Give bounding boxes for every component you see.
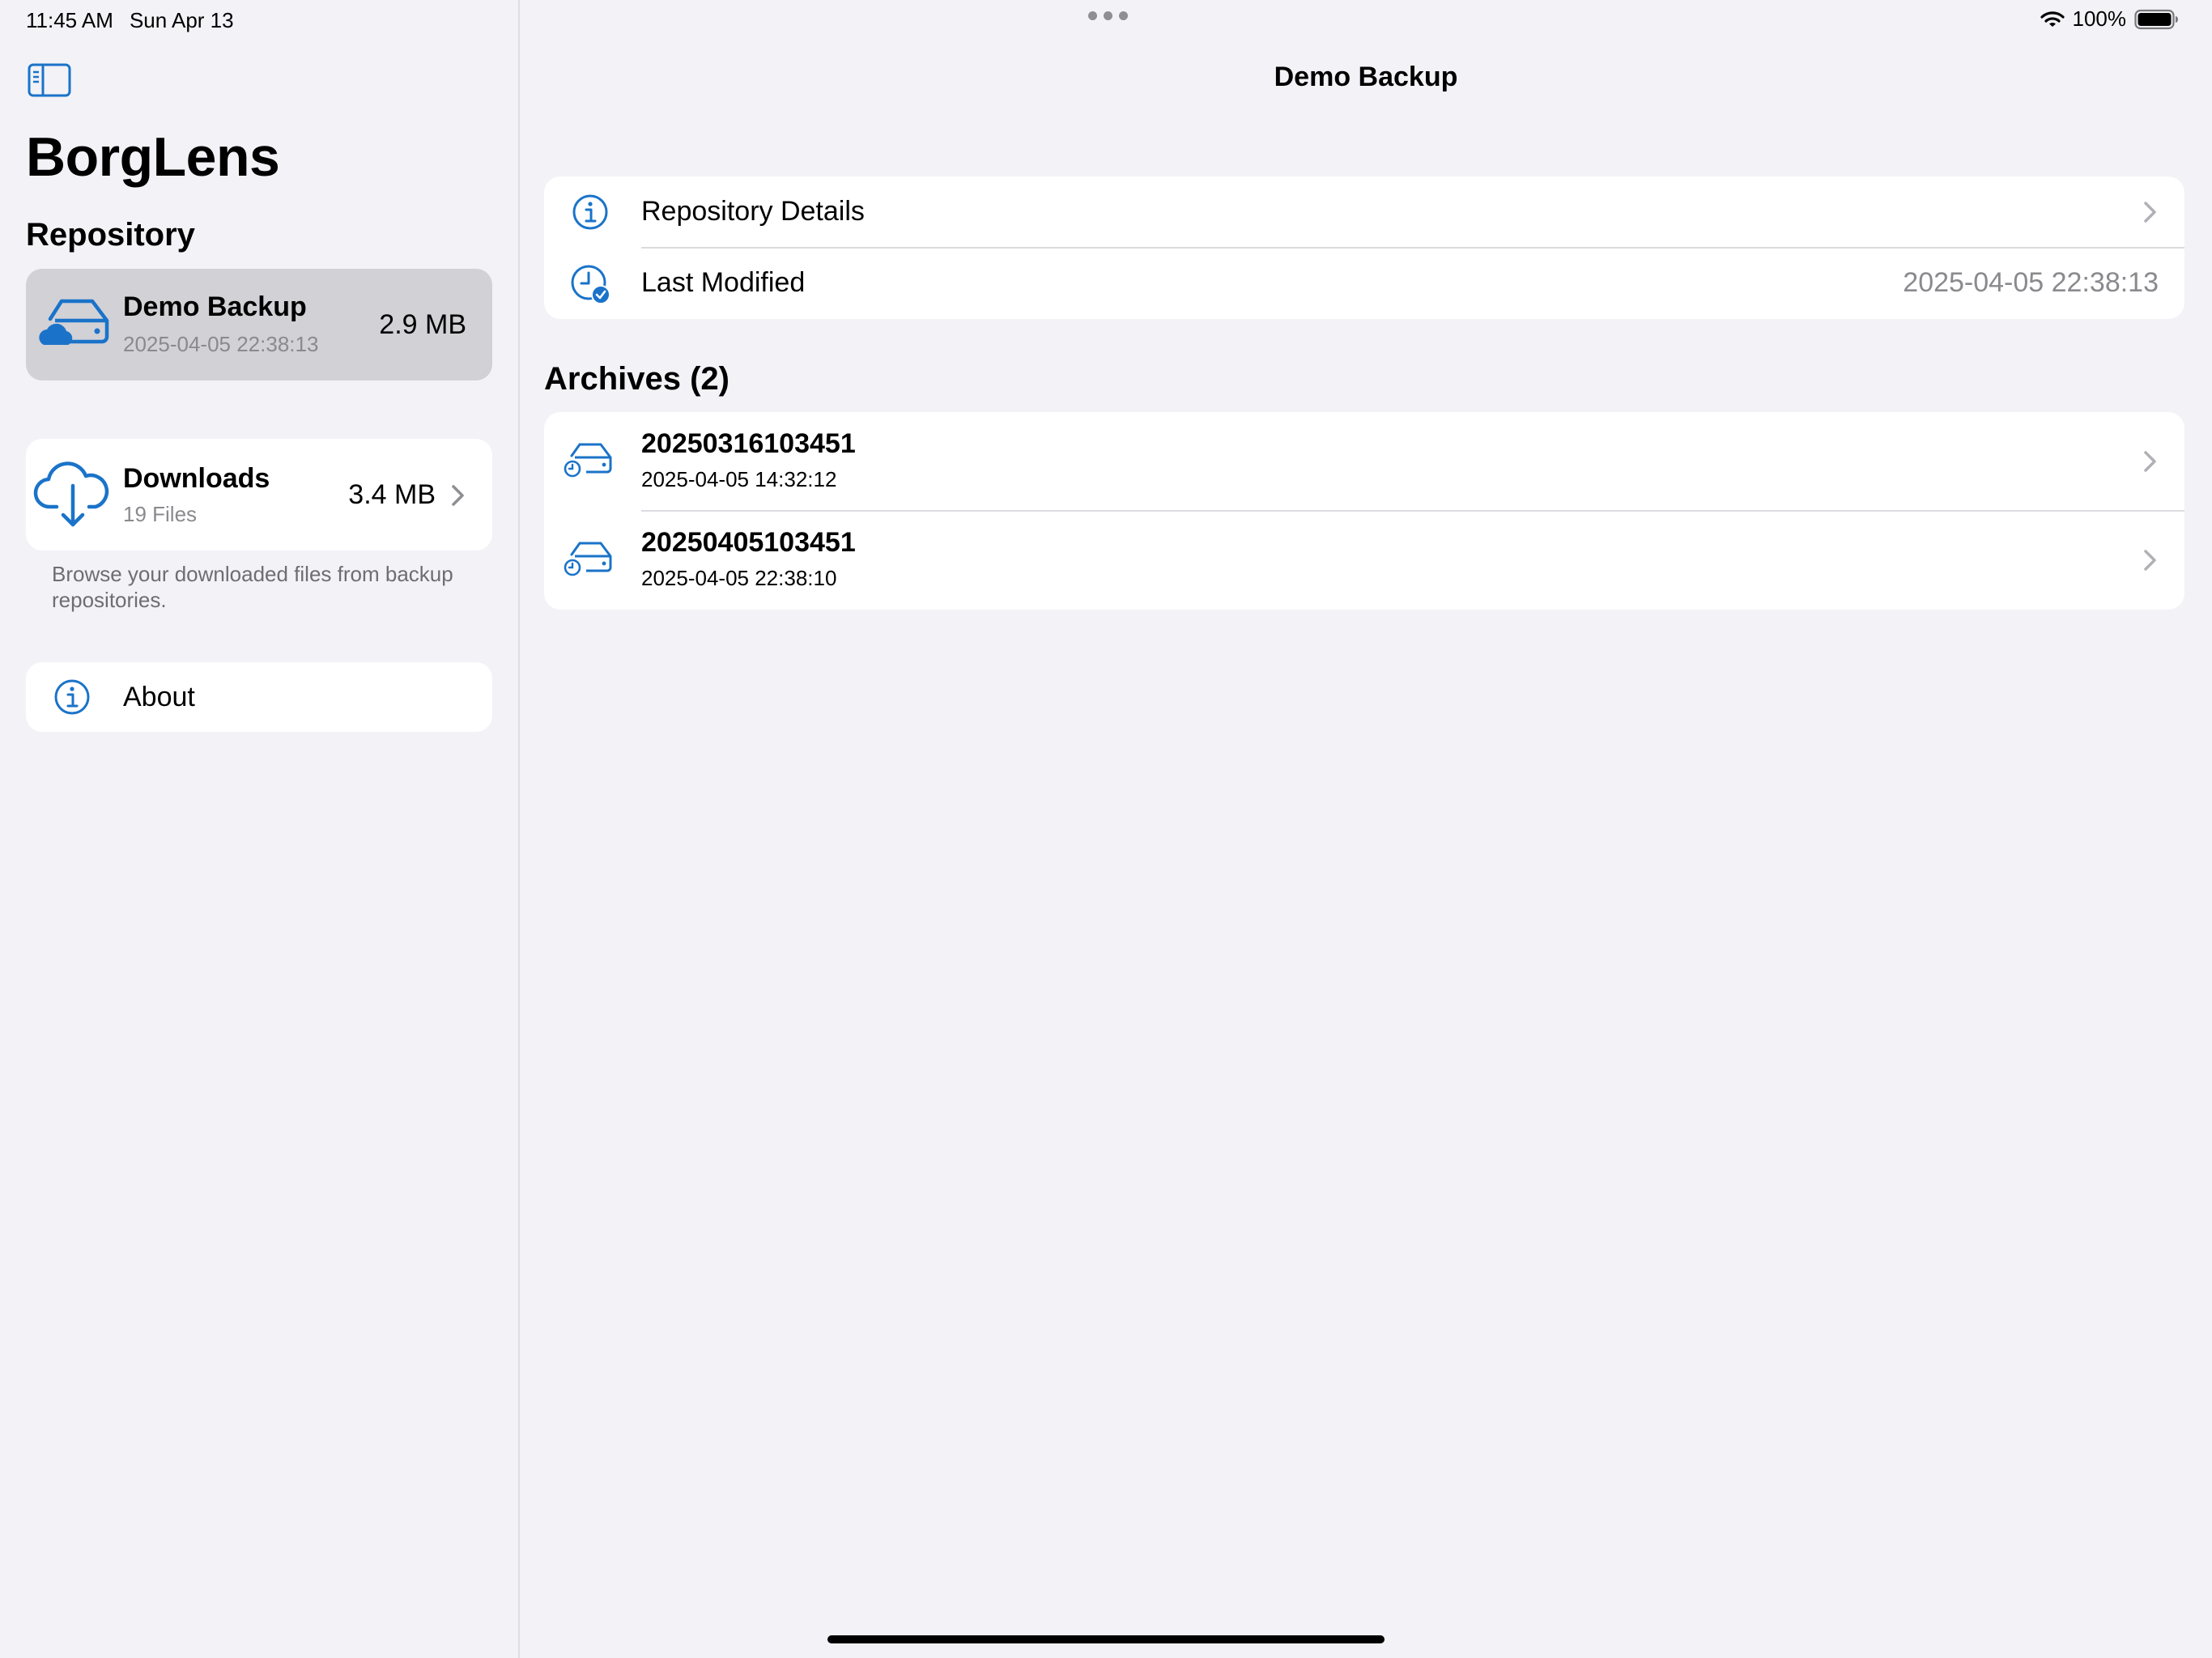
archive-date: 2025-04-05 22:38:10 [641,566,837,590]
sidebar: 11:45 AM Sun Apr 13 BorgLens Repository D… [0,0,520,1658]
archive-row[interactable]: 20250405103451 2025-04-05 22:38:10 [544,511,2184,610]
info-circle-icon [572,194,608,230]
main-content: Demo Backup Repository Details Last Modi… [520,0,2212,1658]
cloud-download-icon [33,461,109,527]
archive-name: 20250405103451 [641,527,856,558]
repository-size: 2.9 MB [379,309,466,340]
clock-check-icon [571,265,610,304]
status-clock: 11:45 AM [26,8,113,32]
status-date: Sun Apr 13 [129,8,234,32]
app-title: BorgLens [26,126,280,188]
about-label: About [123,682,195,712]
chevron-right-icon [2144,202,2156,223]
repository-details-label: Repository Details [641,196,865,227]
downloads-footer-note: Browse your downloaded files from backup… [52,562,453,612]
downloads-size: 3.4 MB [348,479,436,510]
archive-date: 2025-04-05 14:32:12 [641,467,837,491]
drive-history-icon [564,443,612,478]
info-circle-icon [54,679,90,715]
archives-header: Archives (2) [544,361,730,397]
repository-details-row[interactable]: Repository Details [544,176,2184,248]
repository-info-card: Repository Details Last Modified 2025-04… [544,176,2184,319]
downloads-file-count: 19 Files [123,502,198,526]
nav-title: Demo Backup [1274,62,1458,92]
repository-row-demo-backup[interactable]: Demo Backup 2025-04-05 22:38:13 2.9 MB [26,269,492,380]
repository-section-header: Repository [26,217,195,253]
sidebar-toggle-icon[interactable] [28,63,71,97]
last-modified-label: Last Modified [641,267,806,298]
chevron-right-icon [2144,550,2156,571]
archives-list: 20250316103451 2025-04-05 14:32:12 20250… [544,412,2184,610]
repository-name: Demo Backup [123,291,307,322]
cloud-drive-icon [39,299,109,345]
repository-date: 2025-04-05 22:38:13 [123,332,319,356]
status-time: 11:45 AM Sun Apr 13 [26,8,250,33]
last-modified-value: 2025-04-05 22:38:13 [1903,267,2159,298]
downloads-row[interactable]: Downloads 19 Files 3.4 MB [26,439,492,551]
chevron-right-icon [2144,451,2156,472]
last-modified-row: Last Modified 2025-04-05 22:38:13 [544,248,2184,319]
downloads-title: Downloads [123,463,270,494]
about-row[interactable]: About [26,662,492,732]
app-screen: 11:45 AM Sun Apr 13 BorgLens Repository D… [0,0,2212,1658]
archive-name: 20250316103451 [641,428,856,459]
drive-history-icon [564,542,612,576]
archive-row[interactable]: 20250316103451 2025-04-05 14:32:12 [544,412,2184,511]
chevron-right-icon [452,485,464,506]
home-indicator[interactable] [827,1635,1385,1643]
